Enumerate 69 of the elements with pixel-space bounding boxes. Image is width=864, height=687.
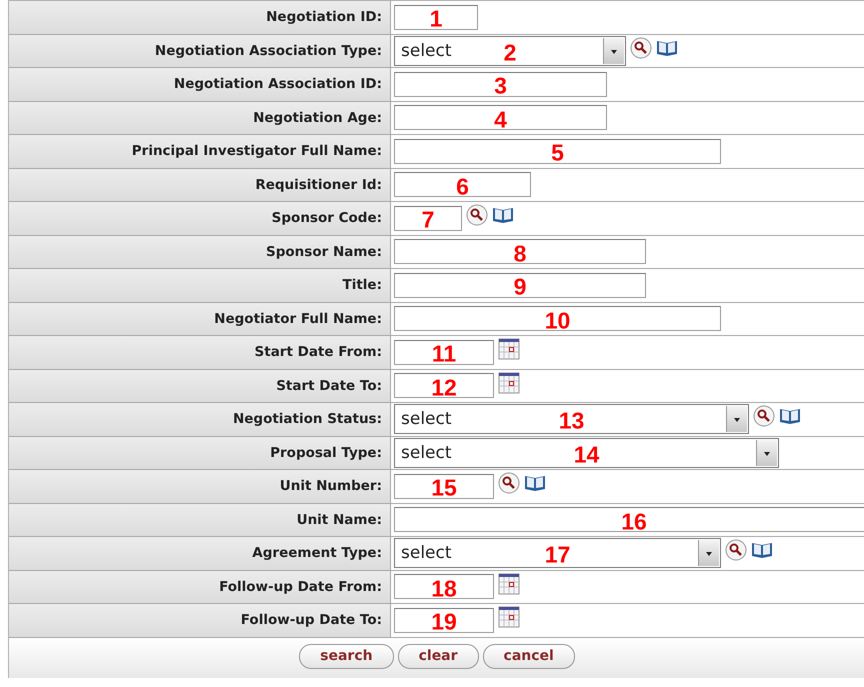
field-label: Agreement Type: bbox=[252, 545, 382, 562]
annotation-number: 17 bbox=[544, 542, 570, 569]
field-label: Negotiation Association ID: bbox=[174, 76, 382, 92]
search-icon[interactable] bbox=[498, 472, 520, 494]
caret-icon bbox=[756, 440, 777, 466]
annotation-number: 14 bbox=[574, 441, 600, 468]
field-label: Negotiation ID: bbox=[266, 9, 382, 26]
annotation-number: 6 bbox=[456, 173, 469, 200]
input-field[interactable] bbox=[394, 608, 494, 633]
annotation-number: 1 bbox=[430, 6, 442, 33]
annotation-number: 8 bbox=[514, 240, 526, 268]
annotation-number: 5 bbox=[551, 140, 564, 167]
caret-icon bbox=[726, 406, 747, 432]
action-button[interactable]: search bbox=[299, 644, 394, 668]
input-field[interactable] bbox=[394, 172, 531, 198]
input-field[interactable] bbox=[394, 4, 478, 30]
field-label: Principal Investigator Full Name: bbox=[132, 143, 382, 160]
field-label: Sponsor Name: bbox=[266, 244, 382, 260]
input-field[interactable] bbox=[394, 138, 721, 164]
field-label: Proposal Type: bbox=[270, 444, 382, 461]
caret-icon bbox=[603, 38, 624, 64]
annotation-number: 11 bbox=[432, 340, 456, 368]
input-field[interactable] bbox=[394, 373, 494, 398]
search-icon[interactable] bbox=[630, 36, 652, 58]
annotation-number: 16 bbox=[621, 508, 647, 536]
input-field[interactable] bbox=[394, 306, 721, 332]
annotation-number: 10 bbox=[544, 307, 570, 334]
input-field[interactable] bbox=[394, 239, 646, 264]
field-label: Start Date From: bbox=[254, 344, 382, 360]
field-label: Unit Number: bbox=[280, 478, 382, 494]
search-icon[interactable] bbox=[753, 405, 775, 427]
action-button[interactable]: cancel bbox=[482, 644, 575, 668]
field-label: Unit Name: bbox=[296, 512, 382, 528]
annotation-number: 12 bbox=[431, 374, 457, 402]
calendar-icon[interactable] bbox=[498, 606, 520, 628]
field-label: Negotiation Age: bbox=[253, 110, 382, 126]
input-field[interactable] bbox=[394, 206, 462, 231]
annotation-number: 4 bbox=[494, 106, 507, 134]
field-label: Sponsor Code: bbox=[272, 210, 382, 226]
caret-icon bbox=[698, 540, 719, 566]
field-label: Follow-up Date To: bbox=[240, 612, 382, 628]
annotation-number: 13 bbox=[558, 408, 584, 435]
annotation-number: 19 bbox=[431, 608, 457, 636]
annotation-number: 18 bbox=[431, 575, 457, 602]
field-label: Negotiator Full Name: bbox=[214, 310, 382, 327]
field-label: Negotiation Status: bbox=[232, 411, 382, 428]
input-field[interactable] bbox=[394, 574, 494, 600]
input-field[interactable] bbox=[394, 72, 607, 97]
field-label: Start Date To: bbox=[276, 378, 382, 394]
input-field[interactable] bbox=[394, 105, 607, 130]
input-field[interactable] bbox=[394, 340, 494, 365]
input-field[interactable] bbox=[394, 272, 646, 298]
field-label: Title: bbox=[342, 277, 382, 294]
input-field[interactable] bbox=[394, 507, 864, 532]
calendar-icon[interactable] bbox=[498, 372, 520, 394]
action-button[interactable]: clear bbox=[398, 644, 479, 668]
annotation-number: 9 bbox=[514, 274, 526, 301]
search-icon[interactable] bbox=[466, 204, 488, 226]
annotation-number: 2 bbox=[504, 39, 516, 66]
input-field[interactable] bbox=[394, 474, 494, 499]
calendar-icon[interactable] bbox=[498, 572, 520, 594]
field-label: Requisitioner Id: bbox=[255, 176, 382, 193]
annotation-number: 3 bbox=[494, 72, 507, 100]
annotation-number: 15 bbox=[431, 474, 457, 502]
annotation-number: 7 bbox=[422, 206, 434, 234]
search-icon[interactable] bbox=[725, 539, 747, 561]
field-label: Follow-up Date From: bbox=[219, 578, 382, 595]
calendar-icon[interactable] bbox=[498, 338, 520, 360]
field-label: Negotiation Association Type: bbox=[154, 42, 382, 59]
